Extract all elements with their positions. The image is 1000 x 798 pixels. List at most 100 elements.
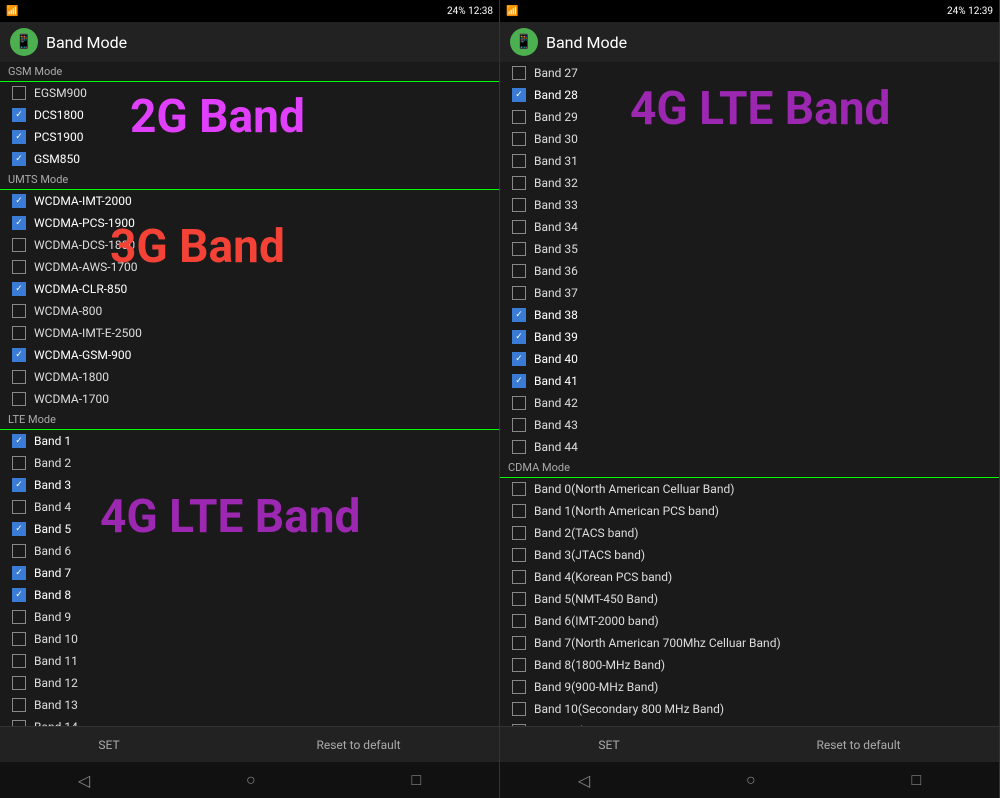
checkbox-cdma-band3[interactable] xyxy=(512,548,526,562)
checkbox-band7[interactable] xyxy=(12,566,26,580)
band-item-band13[interactable]: Band 13 xyxy=(0,694,499,716)
band-item-band35[interactable]: Band 35 xyxy=(500,238,999,260)
checkbox-band28[interactable] xyxy=(512,88,526,102)
checkbox-cdma-band6[interactable] xyxy=(512,614,526,628)
cdma-band8[interactable]: Band 8(1800-MHz Band) xyxy=(500,654,999,676)
checkbox-band3[interactable] xyxy=(12,478,26,492)
checkbox-wcdma-aws1700[interactable] xyxy=(12,260,26,274)
band-item-wcdma-imt2000[interactable]: WCDMA-IMT-2000 xyxy=(0,190,499,212)
band-item-band7[interactable]: Band 7 xyxy=(0,562,499,584)
cdma-band9[interactable]: Band 9(900-MHz Band) xyxy=(500,676,999,698)
band-item-band42[interactable]: Band 42 xyxy=(500,392,999,414)
band-item-band4[interactable]: Band 4 xyxy=(0,496,499,518)
checkbox-band14[interactable] xyxy=(12,720,26,726)
band-item-band39[interactable]: Band 39 xyxy=(500,326,999,348)
checkbox-cdma-band1[interactable] xyxy=(512,504,526,518)
band-item-band3[interactable]: Band 3 xyxy=(0,474,499,496)
checkbox-wcdma-1800[interactable] xyxy=(12,370,26,384)
cdma-band1[interactable]: Band 1(North American PCS band) xyxy=(500,500,999,522)
band-item-band10[interactable]: Band 10 xyxy=(0,628,499,650)
left-back-button[interactable]: ◁ xyxy=(78,771,90,790)
band-item-band8[interactable]: Band 8 xyxy=(0,584,499,606)
band-item-band2[interactable]: Band 2 xyxy=(0,452,499,474)
checkbox-egsm900[interactable] xyxy=(12,86,26,100)
checkbox-band35[interactable] xyxy=(512,242,526,256)
checkbox-band33[interactable] xyxy=(512,198,526,212)
band-item-band6[interactable]: Band 6 xyxy=(0,540,499,562)
cdma-band4[interactable]: Band 4(Korean PCS band) xyxy=(500,566,999,588)
cdma-band10[interactable]: Band 10(Secondary 800 MHz Band) xyxy=(500,698,999,720)
checkbox-pcs1900[interactable] xyxy=(12,130,26,144)
checkbox-band29[interactable] xyxy=(512,110,526,124)
left-reset-button[interactable]: Reset to default xyxy=(296,732,420,758)
checkbox-band8[interactable] xyxy=(12,588,26,602)
checkbox-wcdma-pcs1900[interactable] xyxy=(12,216,26,230)
checkbox-band43[interactable] xyxy=(512,418,526,432)
checkbox-cdma-band5[interactable] xyxy=(512,592,526,606)
band-item-band30[interactable]: Band 30 xyxy=(500,128,999,150)
band-item-dcs1800[interactable]: DCS1800 xyxy=(0,104,499,126)
checkbox-wcdma-1700[interactable] xyxy=(12,392,26,406)
checkbox-band30[interactable] xyxy=(512,132,526,146)
band-item-band40[interactable]: Band 40 xyxy=(500,348,999,370)
checkbox-band34[interactable] xyxy=(512,220,526,234)
band-item-band33[interactable]: Band 33 xyxy=(500,194,999,216)
band-item-band38[interactable]: Band 38 xyxy=(500,304,999,326)
checkbox-band9[interactable] xyxy=(12,610,26,624)
checkbox-band27[interactable] xyxy=(512,66,526,80)
cdma-band6[interactable]: Band 6(IMT-2000 band) xyxy=(500,610,999,632)
right-reset-button[interactable]: Reset to default xyxy=(796,732,920,758)
checkbox-gsm850[interactable] xyxy=(12,152,26,166)
band-item-band29[interactable]: Band 29 xyxy=(500,106,999,128)
checkbox-cdma-band10[interactable] xyxy=(512,702,526,716)
checkbox-dcs1800[interactable] xyxy=(12,108,26,122)
band-item-band41[interactable]: Band 41 xyxy=(500,370,999,392)
checkbox-band40[interactable] xyxy=(512,352,526,366)
checkbox-band44[interactable] xyxy=(512,440,526,454)
band-item-band34[interactable]: Band 34 xyxy=(500,216,999,238)
band-item-band36[interactable]: Band 36 xyxy=(500,260,999,282)
checkbox-wcdma-imt-e2500[interactable] xyxy=(12,326,26,340)
cdma-band7[interactable]: Band 7(North American 700Mhz Celluar Ban… xyxy=(500,632,999,654)
checkbox-band1[interactable] xyxy=(12,434,26,448)
checkbox-cdma-band7[interactable] xyxy=(512,636,526,650)
band-item-band9[interactable]: Band 9 xyxy=(0,606,499,628)
band-item-wcdma-gsm900[interactable]: WCDMA-GSM-900 xyxy=(0,344,499,366)
checkbox-wcdma-gsm900[interactable] xyxy=(12,348,26,362)
checkbox-wcdma-800[interactable] xyxy=(12,304,26,318)
band-item-wcdma-clr850[interactable]: WCDMA-CLR-850 xyxy=(0,278,499,300)
checkbox-cdma-band8[interactable] xyxy=(512,658,526,672)
right-content[interactable]: 4G LTE Band Band 27 Band 28 Band 29 Band… xyxy=(500,62,999,726)
band-item-egsm900[interactable]: EGSM900 xyxy=(0,82,499,104)
band-item-band31[interactable]: Band 31 xyxy=(500,150,999,172)
left-recent-button[interactable]: □ xyxy=(411,770,421,790)
band-item-wcdma-1800[interactable]: WCDMA-1800 xyxy=(0,366,499,388)
left-set-button[interactable]: SET xyxy=(78,732,139,758)
cdma-band11[interactable]: Band 11(400 MHz European PAMR Band xyxy=(500,720,999,726)
band-item-wcdma-aws1700[interactable]: WCDMA-AWS-1700 xyxy=(0,256,499,278)
band-item-band32[interactable]: Band 32 xyxy=(500,172,999,194)
band-item-band27[interactable]: Band 27 xyxy=(500,62,999,84)
left-home-button[interactable]: ○ xyxy=(246,770,256,790)
band-item-band11[interactable]: Band 11 xyxy=(0,650,499,672)
band-item-band37[interactable]: Band 37 xyxy=(500,282,999,304)
cdma-band5[interactable]: Band 5(NMT-450 Band) xyxy=(500,588,999,610)
checkbox-wcdma-imt2000[interactable] xyxy=(12,194,26,208)
right-recent-button[interactable]: □ xyxy=(911,770,921,790)
band-item-band12[interactable]: Band 12 xyxy=(0,672,499,694)
band-item-wcdma-dcs1800[interactable]: WCDMA-DCS-1800 xyxy=(0,234,499,256)
checkbox-wcdma-clr850[interactable] xyxy=(12,282,26,296)
right-home-button[interactable]: ○ xyxy=(746,770,756,790)
band-item-band43[interactable]: Band 43 xyxy=(500,414,999,436)
band-item-wcdma-1700[interactable]: WCDMA-1700 xyxy=(0,388,499,410)
cdma-band0[interactable]: Band 0(North American Celluar Band) xyxy=(500,478,999,500)
checkbox-band13[interactable] xyxy=(12,698,26,712)
right-back-button[interactable]: ◁ xyxy=(578,771,590,790)
band-item-band28[interactable]: Band 28 xyxy=(500,84,999,106)
right-set-button[interactable]: SET xyxy=(578,732,639,758)
checkbox-band39[interactable] xyxy=(512,330,526,344)
checkbox-band4[interactable] xyxy=(12,500,26,514)
band-item-wcdma-800[interactable]: WCDMA-800 xyxy=(0,300,499,322)
band-item-band14[interactable]: Band 14 xyxy=(0,716,499,726)
band-item-wcdma-imt-e2500[interactable]: WCDMA-IMT-E-2500 xyxy=(0,322,499,344)
